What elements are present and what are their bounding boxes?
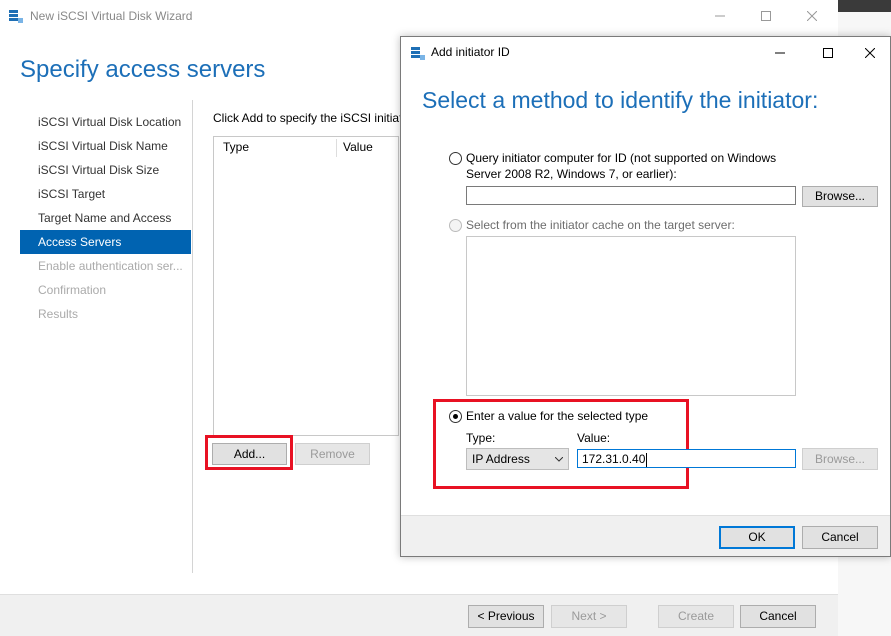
value-input-text: 172.31.0.40: [582, 452, 646, 466]
minimize-icon: [775, 52, 785, 53]
create-button[interactable]: Create: [658, 605, 734, 628]
close-icon: [865, 47, 875, 58]
browse-value-button[interactable]: Browse...: [802, 448, 878, 470]
query-initiator-label-line2: Server 2008 R2, Windows 7, or earlier):: [466, 167, 677, 181]
initiator-cache-label: Select from the initiator cache on the t…: [466, 218, 735, 232]
value-label: Value:: [577, 431, 611, 445]
query-computer-input[interactable]: [466, 186, 796, 205]
chevron-down-icon: [555, 457, 563, 462]
initiator-cache-radio[interactable]: [449, 219, 462, 232]
nav-divider: [192, 100, 193, 573]
radio-selected-dot: [453, 414, 458, 419]
type-label: Type:: [466, 431, 496, 445]
maximize-icon: [823, 47, 833, 58]
dialog-title: Add initiator ID: [431, 45, 510, 59]
nav-item-iscsi-target[interactable]: iSCSI Target: [20, 182, 191, 206]
dialog-cancel-button[interactable]: Cancel: [802, 526, 878, 549]
column-header-value[interactable]: Value: [343, 140, 373, 154]
value-input[interactable]: 172.31.0.40: [577, 449, 796, 468]
iscsi-disk-icon: [411, 47, 425, 60]
dialog-minimize-button[interactable]: [757, 37, 803, 68]
dialog-close-button[interactable]: [847, 37, 891, 68]
nav-item-iscsi-virtual-disk-location[interactable]: iSCSI Virtual Disk Location: [20, 110, 191, 134]
nav-item-iscsi-virtual-disk-name[interactable]: iSCSI Virtual Disk Name: [20, 134, 191, 158]
add-initiator-dialog: Add initiator ID Select a method to iden…: [400, 36, 891, 557]
minimize-icon: [715, 15, 725, 16]
maximize-icon: [761, 10, 771, 21]
ok-button[interactable]: OK: [719, 526, 795, 549]
enter-value-radio[interactable]: [449, 410, 462, 423]
cancel-button[interactable]: Cancel: [740, 605, 816, 628]
type-dropdown-value: IP Address: [472, 452, 530, 466]
nav-item-access-servers[interactable]: Access Servers: [20, 230, 191, 254]
type-dropdown[interactable]: IP Address: [466, 448, 569, 470]
nav-item-iscsi-virtual-disk-size[interactable]: iSCSI Virtual Disk Size: [20, 158, 191, 182]
text-caret: [646, 452, 648, 467]
column-header-type[interactable]: Type: [223, 140, 249, 154]
wizard-titlebar: New iSCSI Virtual Disk Wizard: [0, 0, 838, 31]
minimize-button[interactable]: [697, 0, 743, 31]
enter-value-label: Enter a value for the selected type: [466, 409, 649, 423]
page-title: Specify access servers: [20, 56, 266, 83]
query-initiator-radio[interactable]: [449, 152, 462, 165]
nav-item-target-name-and-access[interactable]: Target Name and Access: [20, 206, 191, 230]
nav-item-enable-authentication-ser: Enable authentication ser...: [38, 259, 183, 273]
previous-button[interactable]: < Previous: [468, 605, 544, 628]
close-icon: [807, 10, 817, 21]
remove-button[interactable]: Remove: [295, 443, 370, 465]
close-button[interactable]: [789, 0, 835, 31]
dialog-heading: Select a method to identify the initiato…: [422, 87, 819, 113]
maximize-button[interactable]: [743, 0, 789, 31]
background-window-edge: [838, 0, 891, 12]
browse-button[interactable]: Browse...: [802, 186, 878, 207]
add-button[interactable]: Add...: [212, 443, 287, 465]
column-divider: [336, 139, 337, 157]
access-servers-list[interactable]: Type Value: [213, 136, 399, 436]
wizard-title: New iSCSI Virtual Disk Wizard: [30, 9, 193, 23]
nav-item-results: Results: [38, 307, 79, 321]
dialog-maximize-button[interactable]: [805, 37, 851, 68]
iscsi-disk-icon: [9, 10, 23, 23]
instruction-text: Click Add to specify the iSCSI initiat: [213, 111, 403, 125]
nav-item-confirmation: Confirmation: [38, 283, 107, 297]
next-button[interactable]: Next >: [551, 605, 627, 628]
query-initiator-label-line1: Query initiator computer for ID (not sup…: [466, 151, 777, 165]
query-initiator-label: Query initiator computer for ID (not sup…: [466, 150, 776, 182]
initiator-cache-list[interactable]: [466, 236, 796, 396]
